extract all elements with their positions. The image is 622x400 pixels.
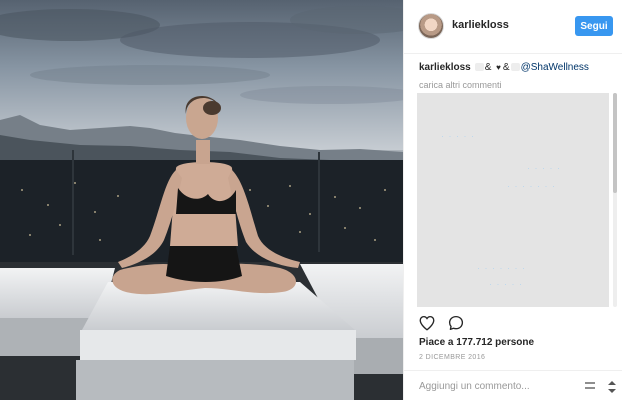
caption-sep-1: & (484, 62, 492, 73)
comment-icon-svg (448, 315, 464, 331)
scroll-arrows-svg (608, 381, 616, 393)
post-header: karliekloss Segui (404, 0, 622, 54)
comments-scrollbar-thumb[interactable] (613, 93, 617, 193)
load-more-comments-link[interactable]: carica altri commenti (419, 80, 502, 90)
page-scroll-arrows-icon[interactable] (607, 380, 617, 394)
caption-sep-2: & (502, 62, 510, 73)
comment-bar (404, 370, 622, 400)
heart-emoji-icon: ♥ (496, 63, 501, 72)
comments-scrollbar[interactable] (613, 93, 617, 307)
follow-button[interactable]: Segui (575, 16, 613, 36)
caption-mention-link[interactable]: @ShaWellness (521, 62, 589, 73)
blurred-comment: · · · · · (441, 131, 475, 141)
caption: karliekloss & ♥ & @ShaWellness (419, 62, 589, 73)
more-options-icon[interactable] (585, 380, 595, 392)
comments-area: · · · · · · · · · · · · · · · · · · · · … (417, 93, 609, 307)
heart-icon-svg (419, 315, 435, 331)
caption-username[interactable]: karliekloss (419, 62, 471, 73)
post-photo[interactable] (0, 0, 403, 400)
blurred-comment: · · · · · (489, 279, 523, 289)
post-panel: karliekloss Segui karliekloss & ♥ & @ShaWel… (403, 0, 622, 400)
avatar[interactable] (418, 13, 444, 39)
blurred-comment: · · · · · · · (477, 263, 526, 273)
emoji-icon (510, 63, 520, 71)
comment-icon[interactable] (447, 314, 467, 334)
blurred-comment: · · · · · · · (507, 181, 556, 191)
post-date: 2 DICEMBRE 2016 (419, 354, 486, 361)
likes-count[interactable]: Piace a 177.712 persone (419, 337, 534, 348)
heart-icon[interactable] (418, 314, 438, 334)
emoji-icon (474, 63, 484, 71)
add-comment-input[interactable] (419, 378, 569, 394)
photo-scene (0, 0, 403, 400)
blurred-comment: · · · · · (527, 163, 561, 173)
header-username[interactable]: karliekloss (452, 19, 509, 31)
